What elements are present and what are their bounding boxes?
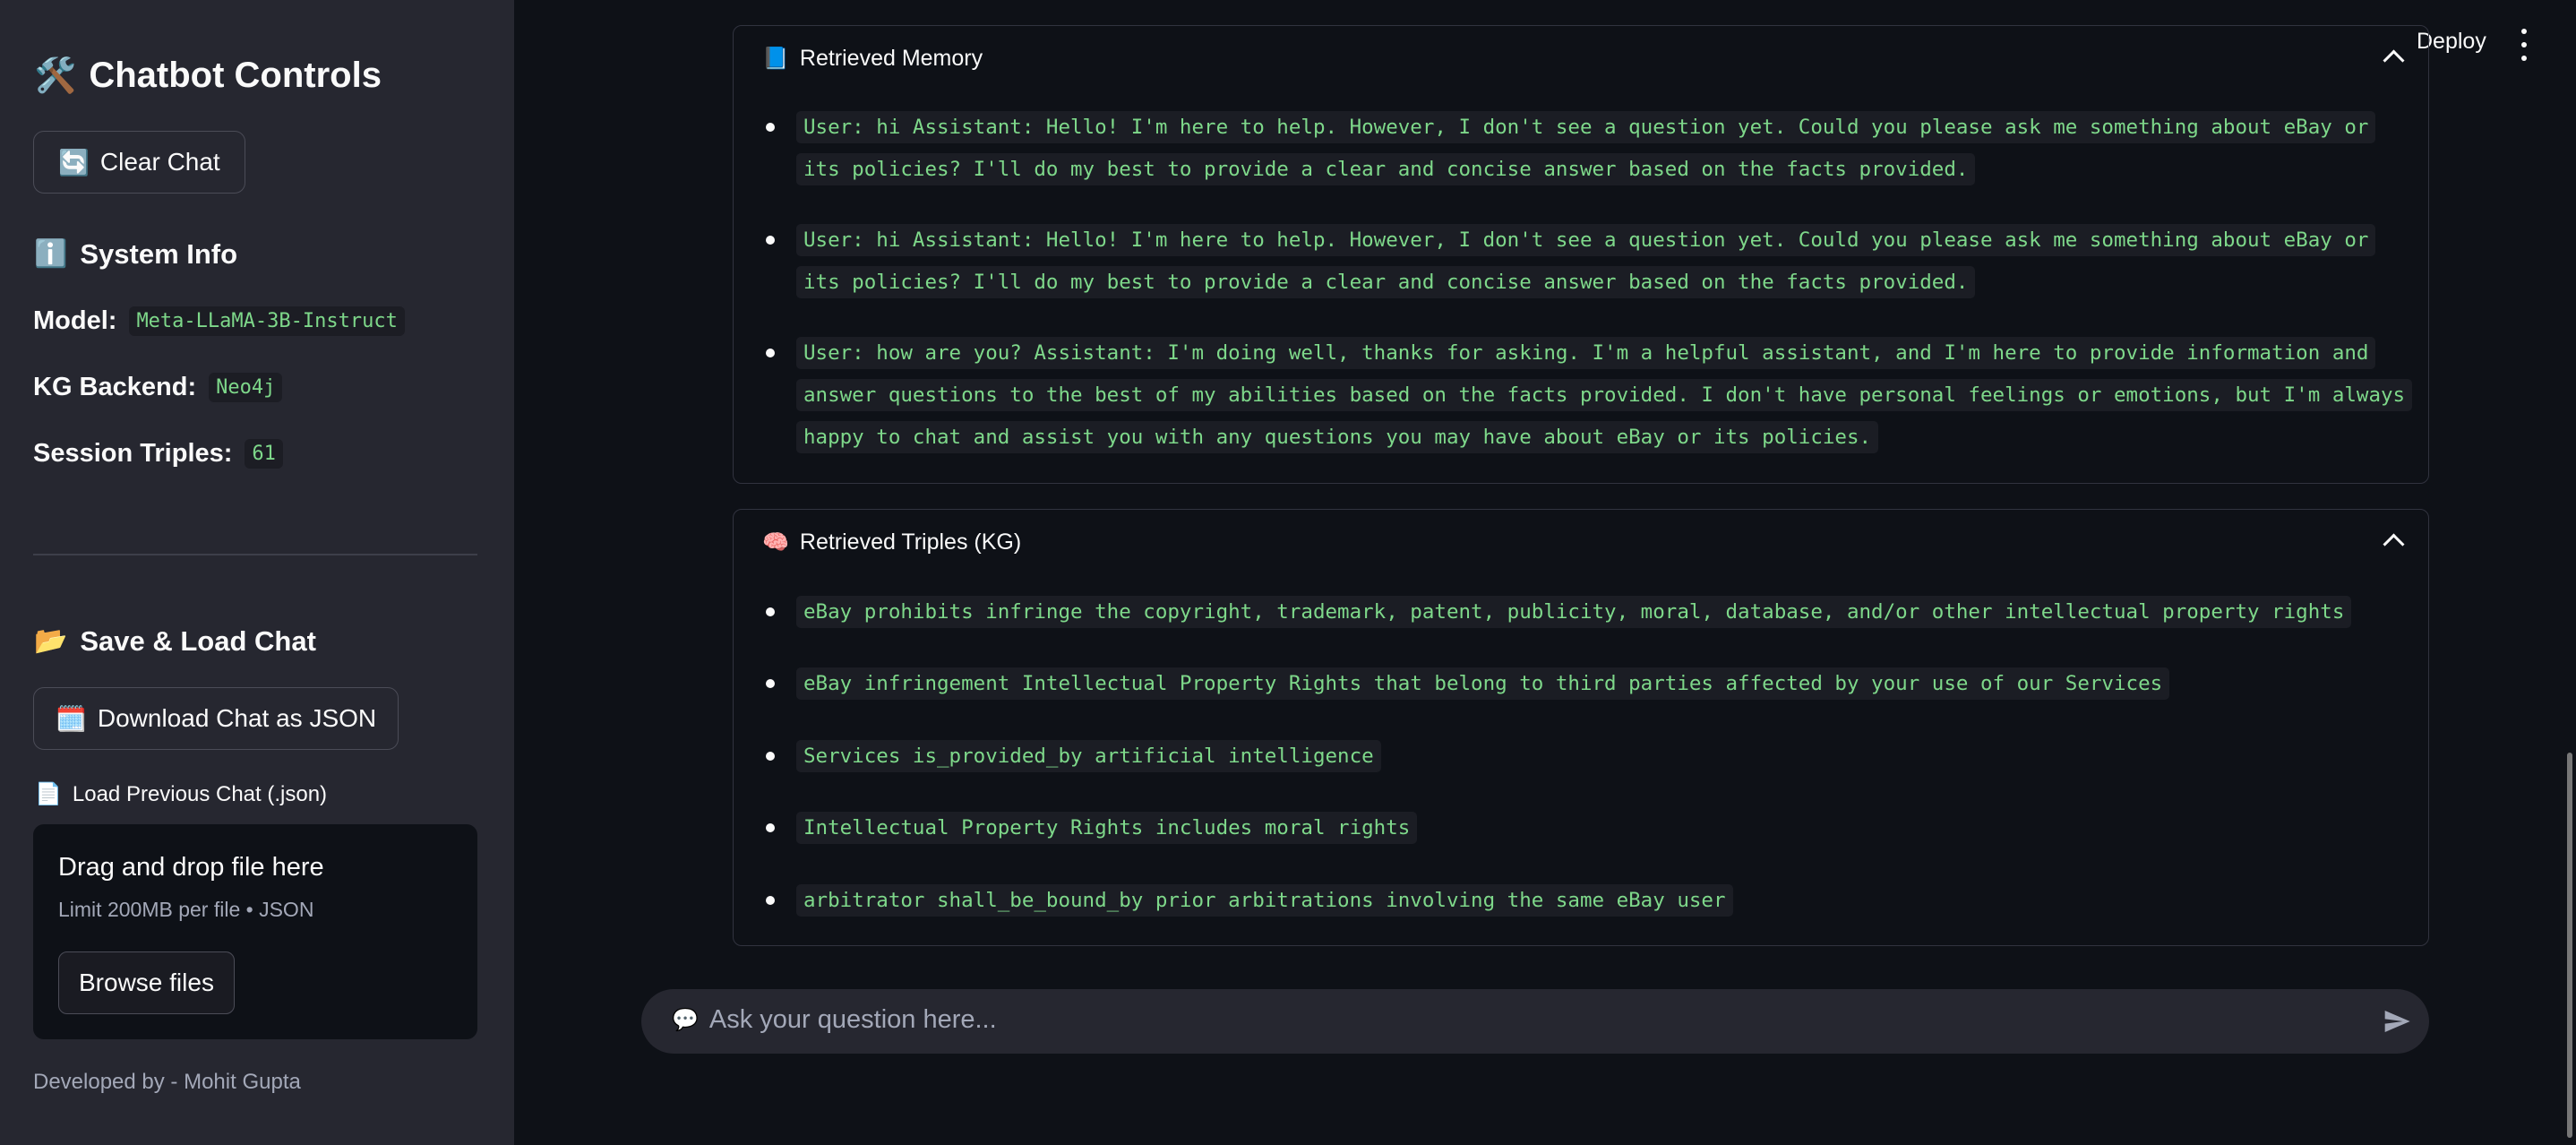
triple-item-text: arbitrator shall_be_bound_by prior arbit…	[796, 884, 1733, 917]
chevron-up-icon[interactable]	[2383, 49, 2405, 72]
load-chat-label: 📄 Load Previous Chat (.json)	[35, 781, 327, 807]
download-json-label: Download Chat as JSON	[97, 704, 377, 732]
chevron-up-icon[interactable]	[2383, 533, 2405, 555]
session-triples-label: Session Triples:	[33, 439, 233, 468]
chat-placeholder-text: Ask your question here...	[708, 1005, 997, 1034]
speech-bubble-icon: 💬	[672, 1008, 699, 1032]
retrieved-triples-header[interactable]: 🧠 Retrieved Triples (KG)	[762, 529, 1021, 555]
session-triples-value: 61	[245, 439, 283, 469]
sidebar-title-text: Chatbot Controls	[89, 56, 382, 95]
tools-icon: 🛠️	[34, 56, 77, 95]
file-dropzone[interactable]: Drag and drop file here Limit 200MB per …	[33, 824, 477, 1039]
memory-item-text: User: hi Assistant: Hello! I'm here to h…	[796, 111, 2376, 185]
model-label: Model:	[33, 306, 117, 335]
memory-item-text: User: how are you? Assistant: I'm doing …	[796, 337, 2413, 453]
bullet-icon	[766, 896, 775, 905]
retrieved-triples-expander: 🧠 Retrieved Triples (KG) eBay prohibits …	[733, 509, 2429, 946]
bullet-icon	[766, 823, 775, 832]
dropzone-limit: Limit 200MB per file • JSON	[58, 898, 314, 921]
kg-backend-info: KG Backend: Neo4j	[33, 373, 283, 402]
more-options-icon[interactable]	[2513, 29, 2535, 61]
browse-files-button[interactable]: Browse files	[58, 951, 235, 1014]
sidebar: 🛠️ Chatbot Controls 🔄 Clear Chat ℹ️ Syst…	[0, 0, 514, 1145]
sidebar-divider	[33, 554, 477, 555]
retrieved-memory-expander: 📘 Retrieved Memory User: hi Assistant: H…	[733, 25, 2429, 484]
brain-icon: 🧠	[762, 530, 789, 555]
retrieved-memory-header[interactable]: 📘 Retrieved Memory	[762, 46, 983, 72]
model-value: Meta-LLaMA-3B-Instruct	[129, 306, 405, 336]
folder-icon: 📂	[34, 626, 68, 656]
memory-item-text: User: hi Assistant: Hello! I'm here to h…	[796, 224, 2376, 298]
kg-backend-label: KG Backend:	[33, 373, 197, 401]
triple-item-text: eBay prohibits infringe the copyright, t…	[796, 596, 2352, 628]
session-triples-info: Session Triples: 61	[33, 439, 283, 469]
retrieved-triples-title: Retrieved Triples (KG)	[799, 529, 1022, 555]
scrollbar[interactable]	[2567, 753, 2572, 1138]
retrieved-memory-title: Retrieved Memory	[799, 46, 983, 71]
book-icon: 📘	[762, 47, 789, 71]
bullet-icon	[766, 123, 775, 132]
bullet-icon	[766, 607, 775, 616]
dropzone-title: Drag and drop file here	[58, 853, 324, 882]
bullet-icon	[766, 752, 775, 761]
clear-chat-button[interactable]: 🔄 Clear Chat	[33, 131, 245, 194]
triple-item-text: eBay infringement Intellectual Property …	[796, 667, 2170, 700]
save-load-title: Save & Load Chat	[80, 625, 316, 657]
chat-placeholder: 💬 Ask your question here...	[672, 1005, 997, 1035]
load-chat-text: Load Previous Chat (.json)	[72, 781, 328, 806]
chat-input[interactable]: 💬 Ask your question here...	[641, 989, 2429, 1054]
developer-credit: Developed by - Mohit Gupta	[33, 1070, 301, 1094]
download-json-button[interactable]: 🗓️ Download Chat as JSON	[33, 687, 399, 750]
system-info-heading: ℹ️ System Info	[34, 238, 237, 271]
sidebar-title: 🛠️ Chatbot Controls	[34, 56, 382, 96]
calendar-icon: 🗓️	[56, 704, 87, 733]
send-icon[interactable]	[2383, 1007, 2411, 1036]
model-info: Model: Meta-LLaMA-3B-Instruct	[33, 306, 405, 336]
triple-item-text: Services is_provided_by artificial intel…	[796, 740, 1381, 772]
bullet-icon	[766, 349, 775, 357]
bullet-icon	[766, 236, 775, 245]
triple-item-text: Intellectual Property Rights includes mo…	[796, 812, 1418, 844]
clear-chat-label: Clear Chat	[99, 148, 220, 176]
refresh-icon: 🔄	[58, 148, 90, 176]
info-icon: ℹ️	[34, 239, 68, 269]
bullet-icon	[766, 679, 775, 688]
system-info-title: System Info	[80, 238, 238, 270]
kg-backend-value: Neo4j	[209, 373, 283, 402]
save-load-heading: 📂 Save & Load Chat	[34, 625, 316, 658]
document-icon: 📄	[35, 782, 62, 806]
